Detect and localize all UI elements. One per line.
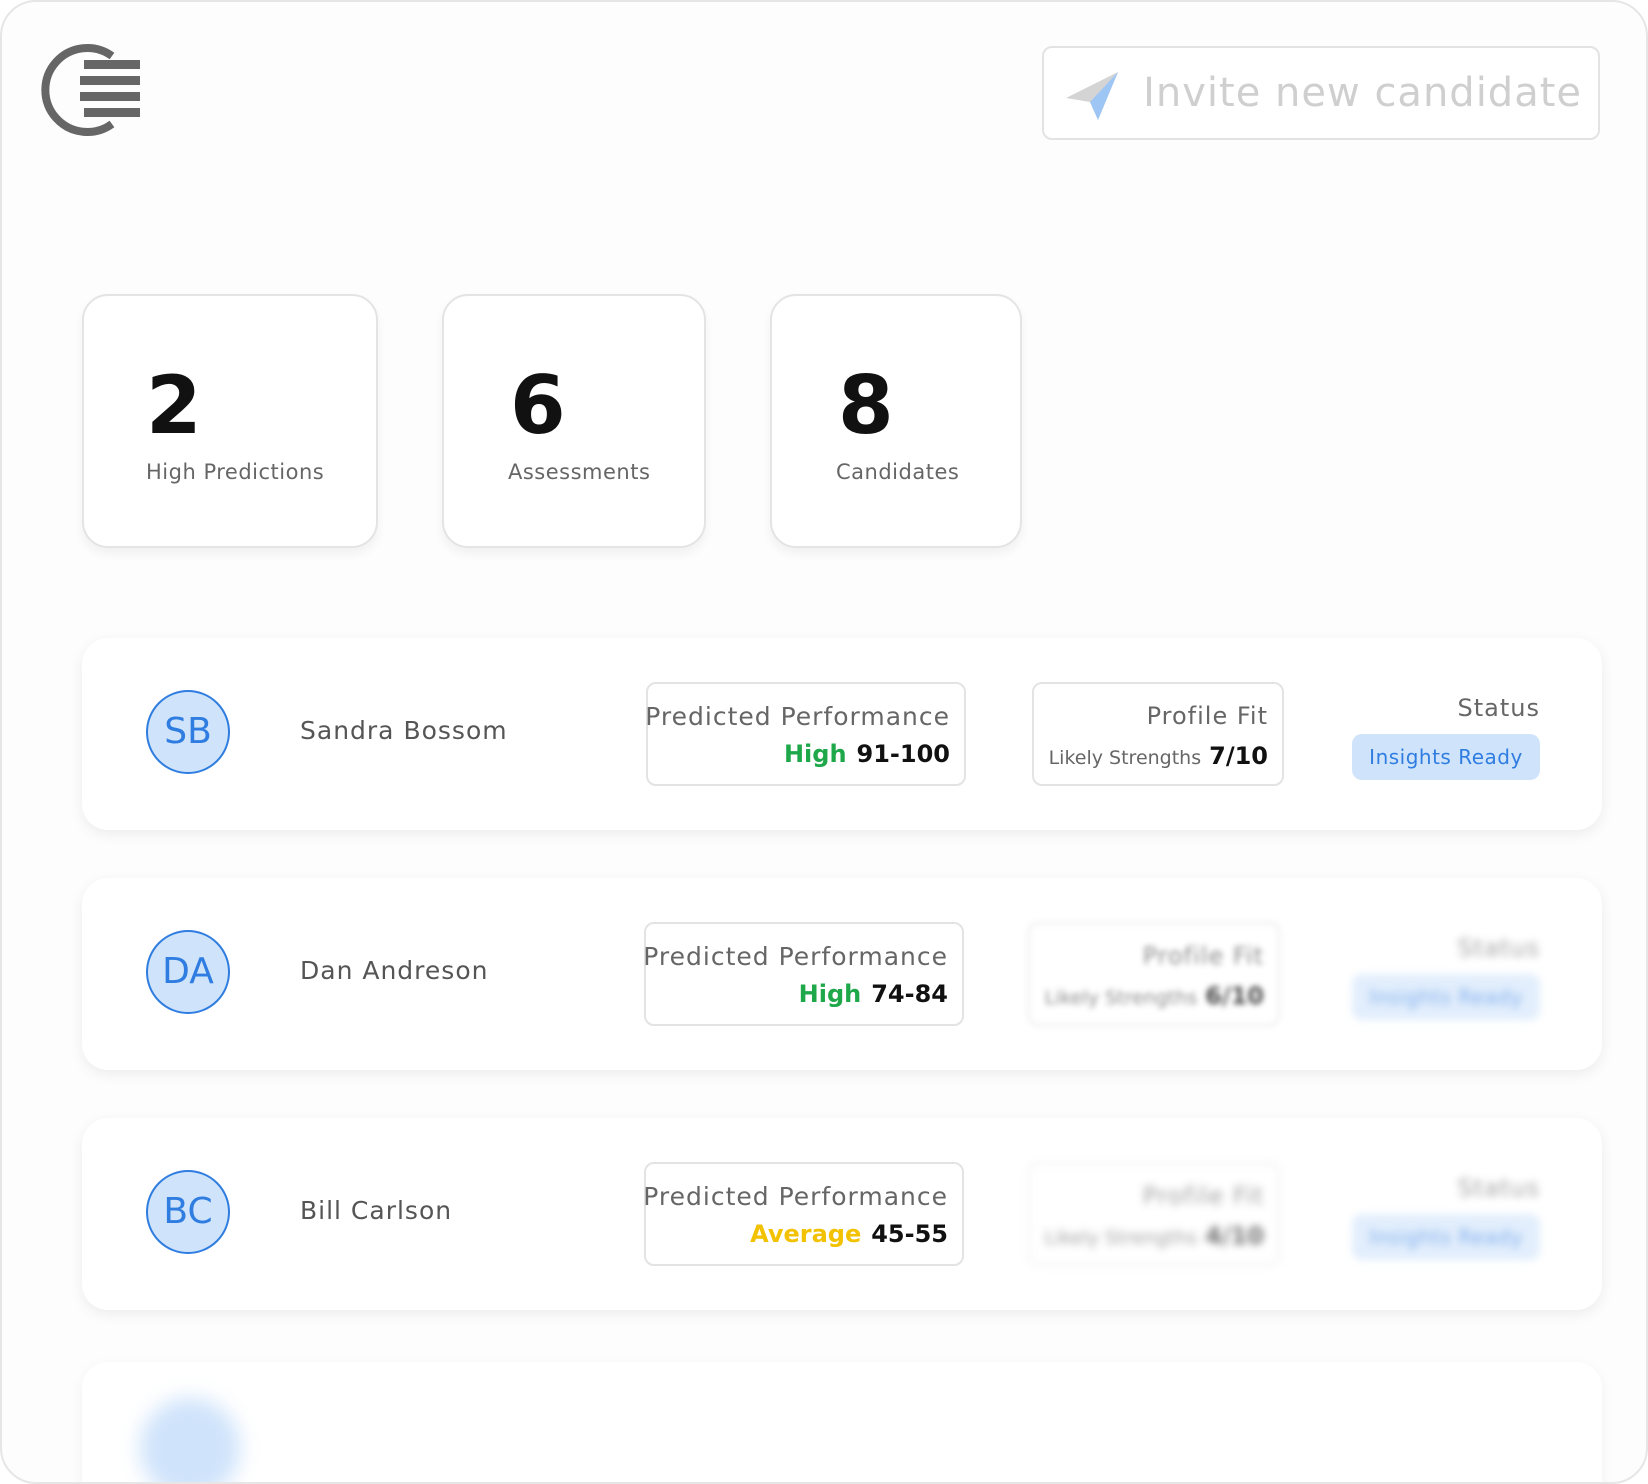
profile-fit-box: Profile Fit Likely Strengths 6/10 (1028, 922, 1280, 1026)
status-label: Status (1457, 1174, 1540, 1202)
status-badge[interactable]: Insights Ready (1352, 974, 1540, 1020)
performance-level: High (783, 740, 847, 768)
performance-level: High (798, 980, 862, 1008)
status-label: Status (1457, 934, 1540, 962)
predicted-performance-box: Predicted Performance High 74-84 (643, 922, 964, 1026)
stat-card-high-predictions: 2 High Predictions (82, 294, 378, 548)
stat-card-assessments: 6 Assessments (442, 294, 706, 548)
profile-fit-value: Likely Strengths 4/10 (1045, 1222, 1264, 1250)
avatar: BC (146, 1170, 230, 1254)
candidate-name: Dan Andreson (300, 956, 489, 985)
stat-label: Assessments (508, 460, 651, 484)
profile-fit-score: 7/10 (1209, 742, 1268, 770)
profile-fit-value: Likely Strengths 7/10 (1049, 742, 1268, 770)
candidate-row[interactable]: BC Bill Carlson Predicted Performance Av… (82, 1118, 1602, 1310)
candidate-name: Sandra Bossom (300, 716, 508, 745)
profile-fit-score: 6/10 (1205, 982, 1264, 1010)
performance-level: Average (750, 1220, 862, 1248)
stat-value: 6 (510, 359, 566, 452)
performance-value: High 74-84 (799, 980, 948, 1008)
profile-fit-box: Profile Fit Likely Strengths 4/10 (1028, 1162, 1280, 1266)
status-label: Status (1457, 694, 1540, 722)
predicted-performance-box: Predicted Performance High 91-100 (645, 682, 966, 786)
performance-title: Predicted Performance (645, 702, 950, 731)
app-logo-icon[interactable] (40, 40, 150, 140)
performance-range: 91-100 (856, 740, 950, 768)
invite-button-label: Invite new candidate (1143, 70, 1582, 116)
app-window: Invite new candidate 2 High Predictions … (0, 0, 1648, 1484)
performance-value: Average 45-55 (750, 1220, 948, 1248)
avatar: DA (146, 930, 230, 1014)
performance-range: 74-84 (871, 980, 948, 1008)
profile-fit-title: Profile Fit (1142, 1182, 1264, 1210)
performance-value: High 91-100 (784, 740, 950, 768)
profile-fit-title: Profile Fit (1146, 702, 1268, 730)
profile-fit-value: Likely Strengths 6/10 (1045, 982, 1264, 1010)
profile-fit-box: Profile Fit Likely Strengths 7/10 (1032, 682, 1284, 786)
performance-range: 45-55 (871, 1220, 948, 1248)
predicted-performance-box: Predicted Performance Average 45-55 (643, 1162, 964, 1266)
stat-value: 8 (838, 359, 894, 452)
likely-strengths-label: Likely Strengths (1048, 747, 1202, 769)
stat-value: 2 (146, 359, 202, 452)
stat-label: High Predictions (146, 460, 325, 484)
status-badge[interactable]: Insights Ready (1352, 734, 1540, 780)
avatar: SB (146, 690, 230, 774)
profile-fit-score: 4/10 (1205, 1222, 1264, 1250)
candidate-row[interactable]: SB Sandra Bossom Predicted Performance H… (82, 638, 1602, 830)
status-badge[interactable]: Insights Ready (1352, 1214, 1540, 1260)
performance-title: Predicted Performance (643, 1182, 948, 1211)
avatar (140, 1398, 240, 1482)
likely-strengths-label: Likely Strengths (1044, 987, 1198, 1009)
performance-title: Predicted Performance (643, 942, 948, 971)
paper-plane-icon (1062, 66, 1122, 126)
stat-label: Candidates (836, 460, 960, 484)
profile-fit-title: Profile Fit (1142, 942, 1264, 970)
candidate-row-placeholder (82, 1362, 1602, 1482)
candidate-row[interactable]: DA Dan Andreson Predicted Performance Hi… (82, 878, 1602, 1070)
likely-strengths-label: Likely Strengths (1044, 1227, 1198, 1249)
candidate-name: Bill Carlson (300, 1196, 453, 1225)
invite-candidate-button[interactable]: Invite new candidate (1042, 46, 1600, 140)
stat-card-candidates: 8 Candidates (770, 294, 1022, 548)
